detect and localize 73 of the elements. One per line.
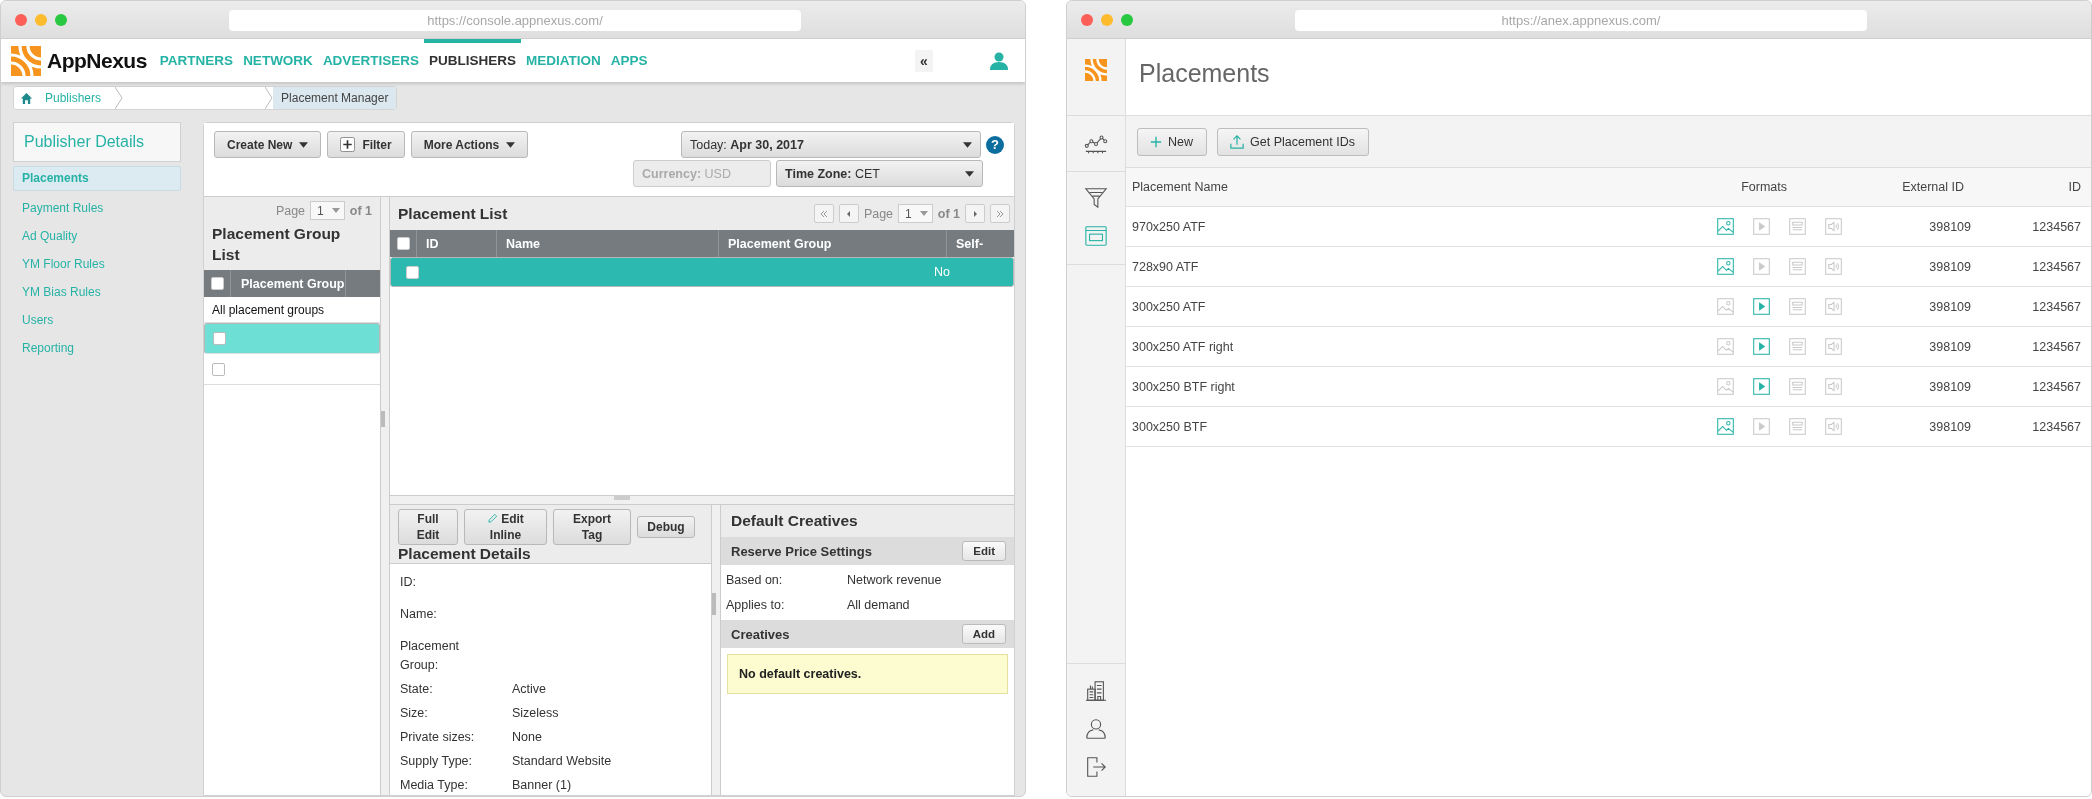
notice-message: No default creatives.	[727, 654, 1008, 694]
field-label: Size:	[400, 704, 429, 722]
field-label: Media Type:	[400, 776, 469, 794]
table-cell-text: 300x250 ATF right	[1132, 339, 1235, 354]
dropdown-button[interactable]: More Actions	[410, 131, 529, 158]
table-cell-text: 1234567	[2031, 259, 2081, 274]
get-ids-button[interactable]: Get Placement IDs	[1217, 127, 1369, 156]
table-cell-text: 970x250 ATF	[1132, 219, 1207, 234]
table-cell-text: 1234567	[2031, 299, 2081, 314]
field-label: Placement Group:	[400, 638, 461, 674]
help-icon[interactable]: ?	[986, 135, 1004, 154]
page-select[interactable]: 1	[898, 204, 933, 223]
brand-name: AppNexus	[47, 48, 147, 73]
table-cell-text: 398109	[1928, 419, 1971, 434]
field-label: Based on:	[726, 572, 784, 587]
table-cell-text: 300x250 ATF	[1132, 299, 1207, 314]
pager-label: Page	[863, 206, 894, 221]
edit-button[interactable]: Edit	[962, 541, 1006, 561]
field-label: Applies to:	[726, 597, 786, 612]
table-cell-text: 1234567	[2031, 419, 2081, 434]
field-value: Sizeless	[512, 706, 559, 720]
page-select[interactable]: 1	[310, 201, 345, 220]
sidebar-title: Publisher Details	[13, 122, 181, 162]
table-cell-text: 398109	[1928, 339, 1971, 354]
table-cell-text: 1234567	[2031, 219, 2081, 234]
field-value: Network revenue	[847, 572, 942, 587]
page-title: Placements	[1139, 58, 1270, 88]
field-label: State:	[400, 680, 434, 698]
breadcrumb-current: Placement Manager	[273, 87, 397, 109]
timezone-dropdown[interactable]: Time Zone: CET	[776, 160, 983, 187]
column-header[interactable]: Formats	[1532, 180, 1892, 194]
table-cell-text: 398109	[1928, 299, 1971, 314]
add-button[interactable]: Add	[961, 624, 1006, 644]
panel-title: Placement List	[398, 204, 508, 223]
field-label: Supply Type:	[400, 752, 474, 770]
pager-label: Page	[275, 203, 306, 218]
dropdown-button[interactable]: Create New	[214, 131, 322, 158]
table-cell-text: 300x250 BTF	[1132, 419, 1209, 434]
section-title: Reserve Price Settings	[731, 543, 872, 559]
action-button[interactable]: Debug	[637, 516, 695, 538]
panel-title: Placement Details	[398, 545, 532, 563]
field-label: Name:	[400, 606, 438, 623]
field-value: Standard Website	[512, 754, 612, 768]
nav-tab[interactable]: PUBLISHERS	[423, 39, 521, 82]
table-cell-text: 1234567	[2031, 379, 2081, 394]
field-value: Active	[512, 682, 547, 696]
action-button[interactable]: Full Edit	[398, 509, 458, 545]
collapse-button[interactable]: «	[915, 49, 933, 72]
field-value: Banner (1)	[512, 778, 572, 792]
panel-title: Placement Group List	[212, 224, 342, 265]
panel-title: Default Creatives	[721, 505, 1014, 537]
page-total: of 1	[349, 203, 372, 218]
field-label: Private sizes:	[400, 728, 476, 746]
section-title: Creatives	[731, 626, 790, 642]
page-total: of 1	[937, 206, 960, 221]
table-cell-text: 398109	[1928, 219, 1971, 234]
action-button[interactable]: Edit Inline	[464, 509, 547, 545]
field-value: All demand	[847, 597, 910, 612]
new-button[interactable]: New	[1137, 127, 1207, 156]
column-header[interactable]: Self-	[947, 230, 1014, 257]
table-cell-text: 398109	[1928, 259, 1971, 274]
column-header[interactable]: External ID	[1892, 180, 1971, 194]
table-cell-text: 1234567	[2031, 339, 2081, 354]
date-dropdown[interactable]: Today: Apr 30, 2017	[681, 131, 981, 158]
column-header[interactable]: Placement Name	[1132, 180, 1532, 194]
field-value: None	[512, 730, 542, 744]
table-cell-text: 300x250 BTF right	[1132, 379, 1236, 394]
action-button[interactable]: Export Tag	[553, 509, 631, 545]
table-cell-text: 398109	[1928, 379, 1971, 394]
field-label: ID:	[400, 574, 417, 591]
filter-button[interactable]: Filter	[327, 131, 405, 158]
table-cell-text: 728x90 ATF	[1132, 259, 1200, 274]
column-header[interactable]: ID	[1971, 180, 2081, 194]
